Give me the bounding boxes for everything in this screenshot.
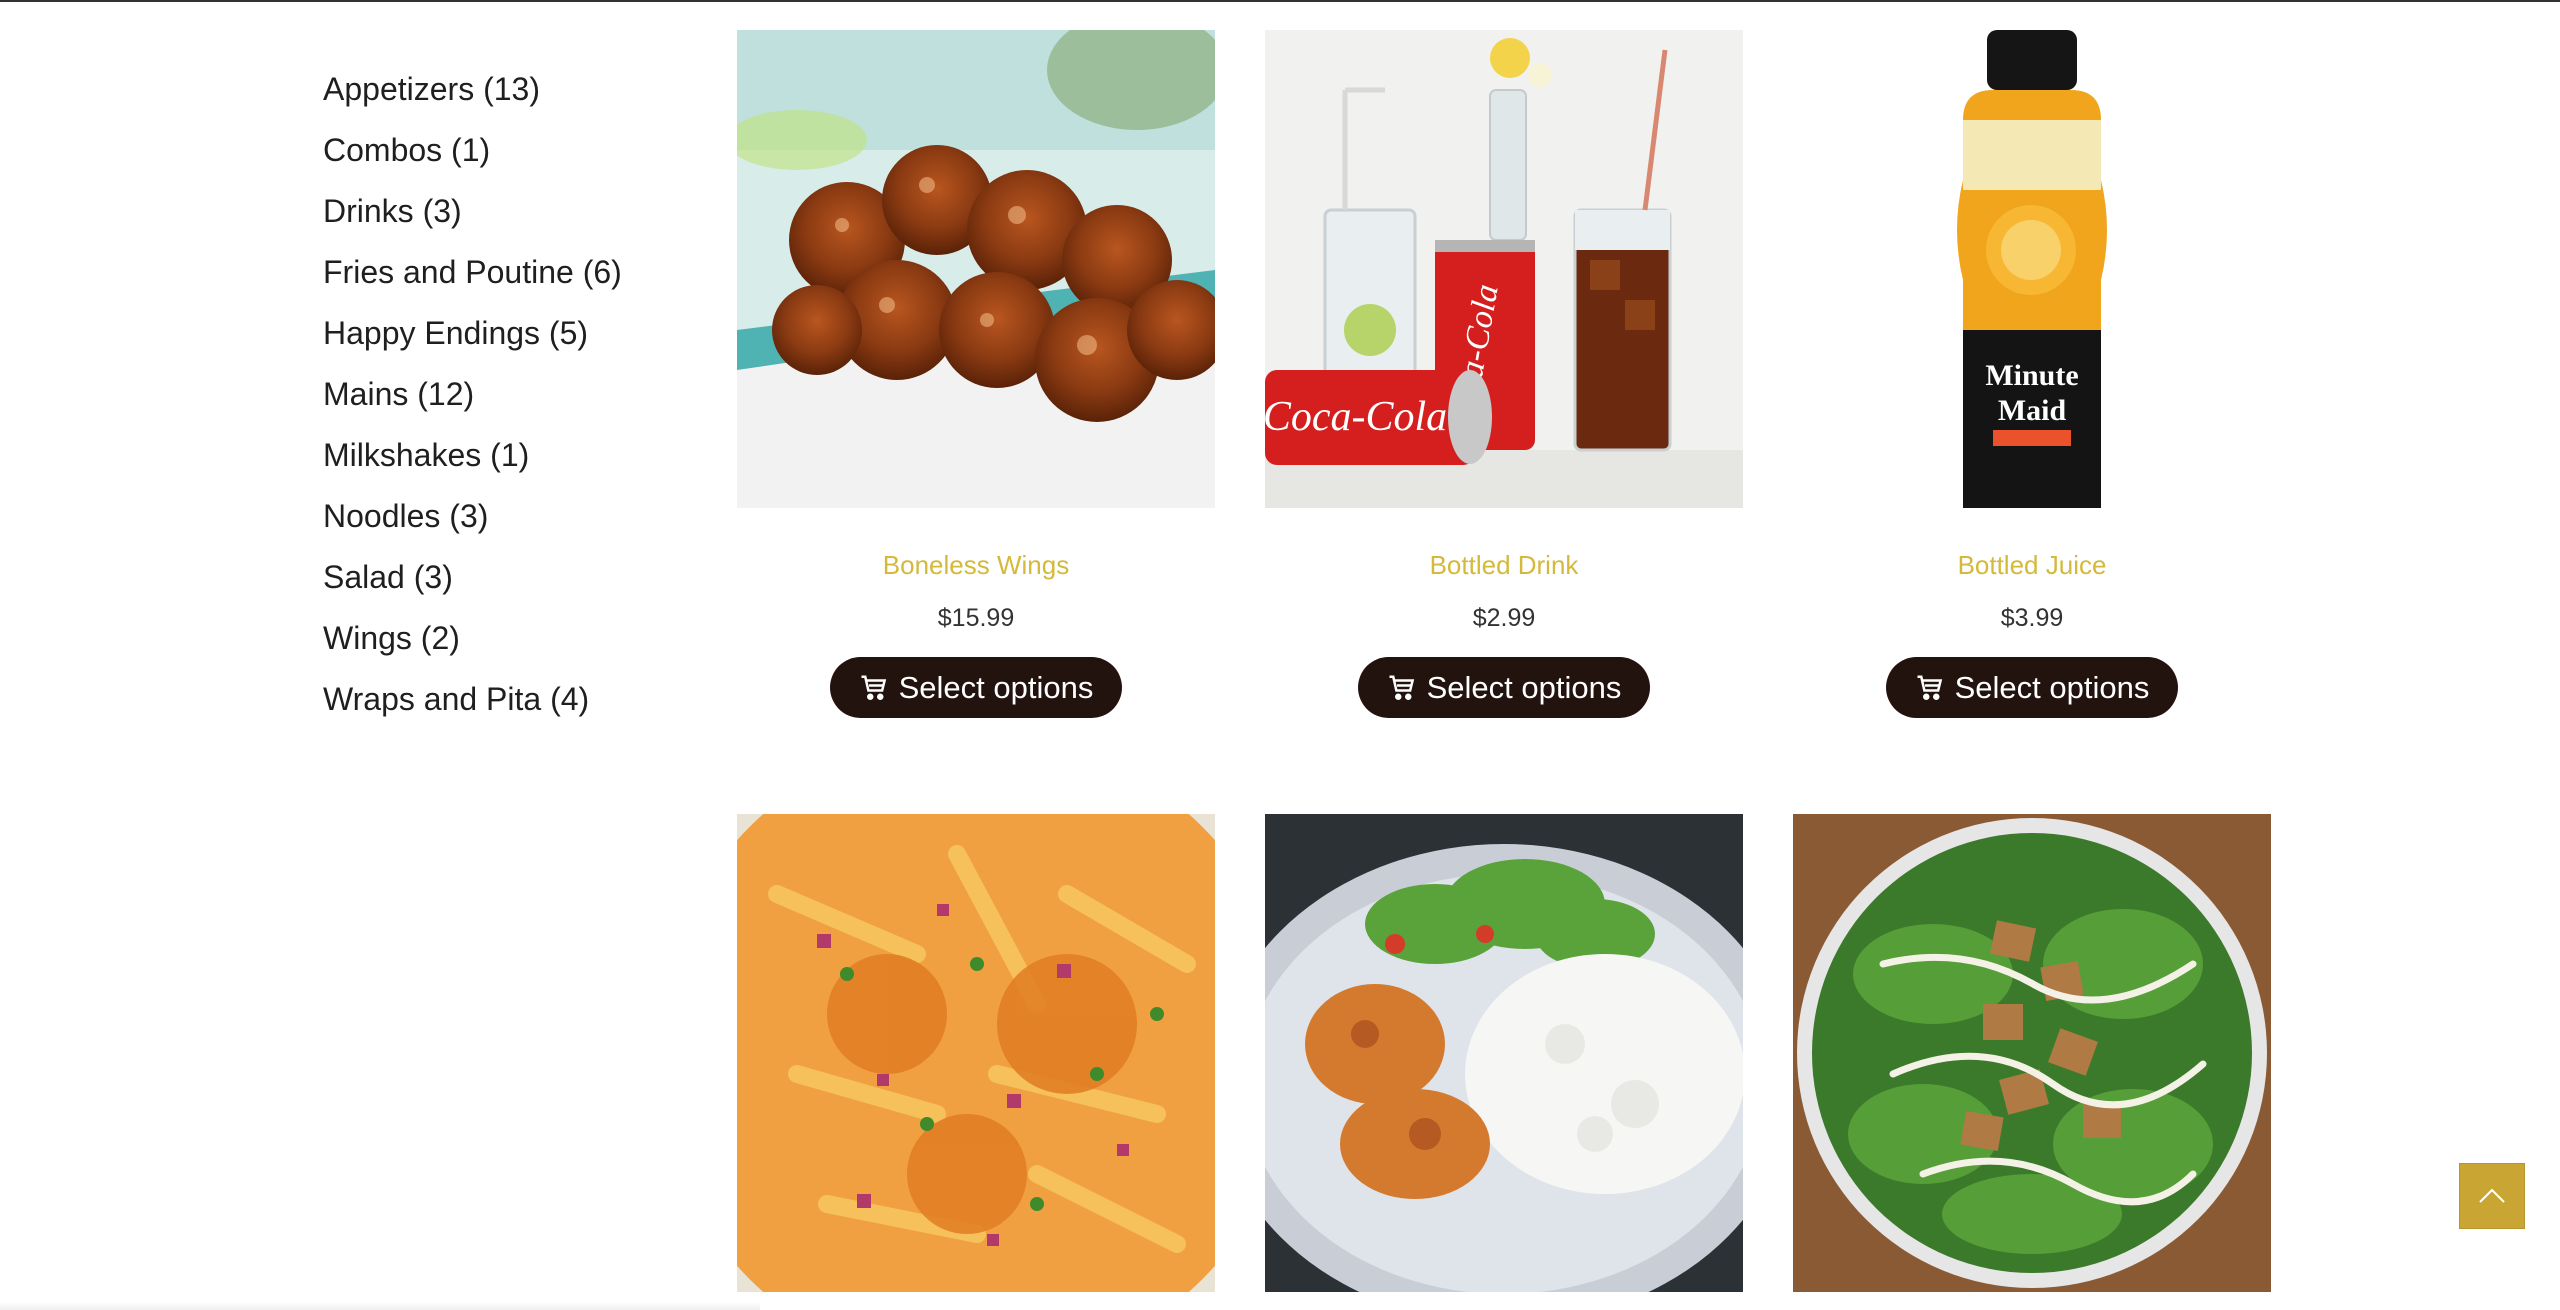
category-link-combos[interactable]: Combos (1) bbox=[323, 127, 703, 188]
scroll-to-top-button[interactable] bbox=[2459, 1163, 2525, 1229]
product-price-bottled-drink: $2.99 bbox=[1472, 604, 1536, 632]
category-list: Appetizers (13) Combos (1) Drinks (3) Fr… bbox=[323, 66, 703, 737]
select-options-button-bottled-juice[interactable]: Select options bbox=[1886, 657, 2178, 718]
product-image-poutine[interactable] bbox=[737, 814, 1215, 1292]
select-options-label: Select options bbox=[1954, 669, 2150, 705]
category-link-wings[interactable]: Wings (2) bbox=[323, 615, 703, 676]
select-options-button-bottled-drink[interactable]: Select options bbox=[1358, 657, 1650, 718]
select-options-label: Select options bbox=[1426, 669, 1622, 705]
product-image-boneless-wings[interactable] bbox=[737, 30, 1215, 508]
product-image-bottled-drink[interactable]: Coca-Cola Coca-Cola bbox=[1265, 30, 1743, 508]
category-link-milkshakes[interactable]: Milkshakes (1) bbox=[323, 432, 703, 493]
select-options-label: Select options bbox=[898, 669, 1094, 705]
product-image-caesar-salad[interactable] bbox=[1793, 814, 2271, 1292]
category-link-appetizers[interactable]: Appetizers (13) bbox=[323, 66, 703, 127]
top-border bbox=[0, 0, 2560, 2]
category-link-fries-and-poutine[interactable]: Fries and Poutine (6) bbox=[323, 249, 703, 310]
product-price-bottled-juice: $3.99 bbox=[2000, 604, 2064, 632]
product-name-boneless-wings[interactable]: Boneless Wings bbox=[737, 550, 1215, 581]
svg-text:Coca-Cola: Coca-Cola bbox=[1265, 394, 1447, 440]
category-link-drinks[interactable]: Drinks (3) bbox=[323, 188, 703, 249]
product-name-bottled-juice[interactable]: Bottled Juice bbox=[1793, 550, 2271, 581]
select-options-button-boneless-wings[interactable]: Select options bbox=[830, 657, 1122, 718]
svg-text:Minute: Minute bbox=[1985, 359, 2078, 392]
product-card-caesar-salad bbox=[1793, 814, 2271, 1292]
category-link-wraps-and-pita[interactable]: Wraps and Pita (4) bbox=[323, 676, 703, 737]
product-image-bottled-juice[interactable]: Minute Maid bbox=[1793, 30, 2271, 508]
product-card-rice-plate bbox=[1265, 814, 1743, 1292]
shopping-cart-icon bbox=[1917, 675, 1942, 700]
product-name-bottled-drink[interactable]: Bottled Drink bbox=[1265, 550, 1743, 581]
category-link-happy-endings[interactable]: Happy Endings (5) bbox=[323, 310, 703, 371]
shopping-cart-icon bbox=[861, 675, 886, 700]
category-link-salad[interactable]: Salad (3) bbox=[323, 554, 703, 615]
svg-text:Maid: Maid bbox=[1998, 394, 2067, 427]
product-card-bottled-drink: Coca-Cola Coca-Cola Bottled Drink $2.99 … bbox=[1265, 30, 1743, 718]
product-card-boneless-wings: Boneless Wings $15.99 Select options bbox=[737, 30, 1215, 718]
product-image-rice-plate[interactable] bbox=[1265, 814, 1743, 1292]
category-link-mains[interactable]: Mains (12) bbox=[323, 371, 703, 432]
product-card-bottled-juice: Minute Maid Bottled Juice $3.99 Select o… bbox=[1793, 30, 2271, 718]
category-sidebar: Appetizers (13) Combos (1) Drinks (3) Fr… bbox=[323, 66, 703, 737]
product-price-boneless-wings: $15.99 bbox=[937, 604, 1015, 632]
product-card-poutine bbox=[737, 814, 1215, 1292]
shopping-cart-icon bbox=[1389, 675, 1414, 700]
category-link-noodles[interactable]: Noodles (3) bbox=[323, 493, 703, 554]
chevron-up-icon bbox=[2479, 1188, 2505, 1203]
bottom-shadow bbox=[0, 1302, 760, 1310]
